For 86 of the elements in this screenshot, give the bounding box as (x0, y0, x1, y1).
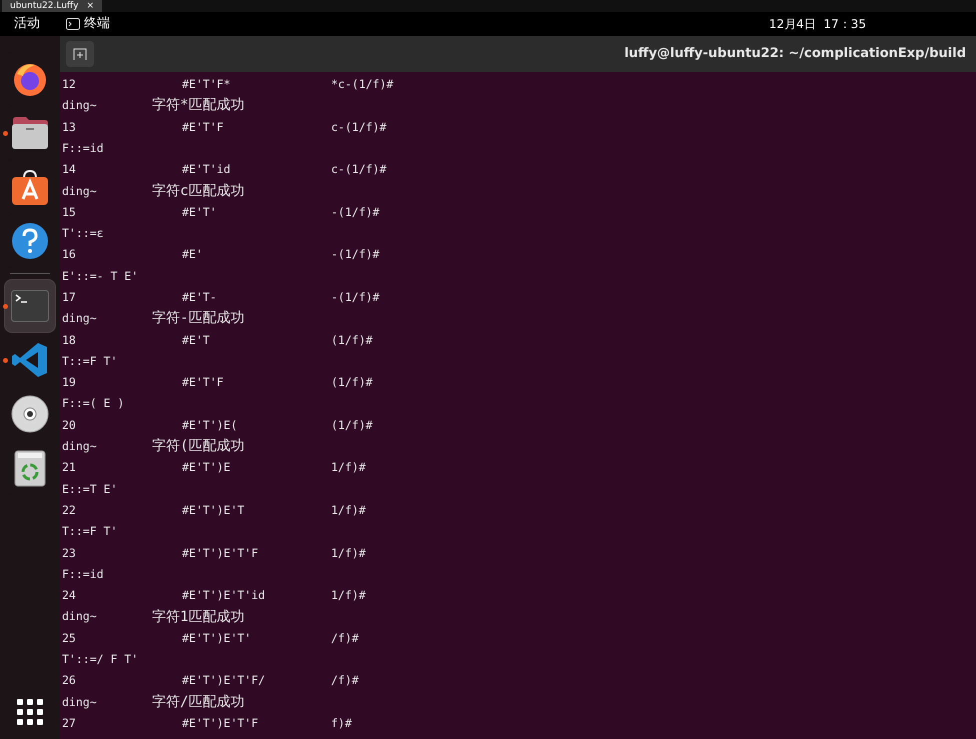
output-text: ding~ (62, 694, 98, 711)
step-number: 14 (62, 161, 77, 178)
stack-content: #E'T'id (182, 161, 232, 178)
step-number: 13 (62, 118, 77, 136)
stack-content: #E'T')E'T'F/ (182, 672, 266, 690)
input-remaining: /f)# (331, 672, 359, 690)
stack-content: #E'T'F* (182, 76, 232, 94)
production-rule: T'::=ε (62, 225, 104, 242)
close-icon[interactable]: × (86, 2, 94, 10)
stack-content: #E'T' (182, 204, 218, 221)
production-rule: F::=id (62, 140, 104, 157)
production-rule: T::=F T' (62, 352, 118, 370)
step-number: 24 (62, 587, 77, 604)
input-remaining: (1/f)# (331, 416, 373, 434)
stack-content: #E'T')E'T' (182, 630, 252, 647)
stack-content: #E'T')E'T'id (182, 587, 266, 604)
step-number: 26 (62, 672, 77, 690)
output-text: ding~ (62, 310, 98, 328)
stack-content: #E'T (182, 332, 211, 349)
stack-content: #E'T')E'T'F (182, 714, 260, 732)
match-message: 字符1匹配成功 (152, 608, 244, 627)
stack-content: #E'T- (182, 288, 218, 306)
match-message: 字符(匹配成功 (152, 437, 244, 456)
shopping-bag-icon (11, 168, 49, 206)
output-text: ding~ (62, 97, 98, 114)
help-icon (11, 222, 49, 260)
step-number: 23 (62, 544, 77, 562)
app-grid-icon[interactable] (17, 699, 43, 725)
step-number: 21 (62, 459, 77, 476)
new-tab-button[interactable] (66, 41, 94, 67)
step-number: 20 (62, 416, 77, 434)
stack-content: #E'T')E( (182, 416, 238, 434)
match-message: 字符*匹配成功 (152, 96, 244, 116)
step-number: 27 (62, 714, 77, 732)
disc-icon (11, 395, 49, 433)
step-number: 18 (62, 332, 77, 349)
input-remaining: 1/f)# (331, 502, 366, 519)
output-text: ding~ (62, 438, 98, 456)
input-remaining: 1/f)# (331, 587, 366, 604)
step-number: 15 (62, 204, 77, 221)
input-remaining: -(1/f)# (331, 204, 380, 221)
stack-content: #E'T')E'T (182, 502, 246, 519)
production-rule: F::=( E ) (62, 395, 124, 412)
stack-content: #E'T')E'T'F (182, 544, 260, 562)
production-rule: F::=id (62, 566, 104, 583)
match-message: 字符-匹配成功 (152, 309, 244, 328)
activities-button[interactable]: 活动 (14, 14, 40, 34)
step-number: 16 (62, 246, 77, 264)
match-message: 字符c匹配成功 (152, 182, 244, 201)
production-rule: T'::=/ F T' (62, 651, 138, 668)
folder-icon (11, 116, 49, 150)
trash-icon (14, 449, 46, 487)
new-tab-icon (73, 48, 87, 60)
stack-content: #E'T')E (182, 459, 232, 476)
step-number: 19 (62, 374, 77, 392)
production-rule: E::=T E' (62, 480, 118, 498)
step-number: 17 (62, 288, 77, 306)
output-text: ding~ (62, 182, 98, 200)
input-remaining: *c-(1/f)# (331, 76, 394, 94)
input-remaining: c-(1/f)# (331, 118, 386, 136)
window-title: luffy@luffy-ubuntu22: ~/complicationExp/build (624, 45, 966, 64)
input-remaining: -(1/f)# (331, 246, 380, 264)
input-remaining: /f)# (331, 630, 359, 647)
match-message: 字符/匹配成功 (152, 692, 244, 712)
production-rule: E'::=- T E' (62, 268, 138, 285)
stack-content: #E' (182, 246, 204, 264)
stack-content: #E'T'F (182, 374, 225, 392)
input-remaining: 1/f)# (331, 544, 366, 562)
input-remaining: (1/f)# (331, 374, 373, 392)
app-menu[interactable]: 终端 (84, 14, 110, 34)
step-number: 12 (62, 76, 77, 94)
input-remaining: -(1/f)# (331, 288, 380, 306)
code-editor-icon (12, 342, 48, 378)
window-tab[interactable]: ubuntu22.Luffy × (2, 0, 102, 12)
stack-content: #E'T'F (182, 118, 225, 136)
input-remaining: (1/f)# (331, 332, 373, 349)
input-remaining: c-(1/f)# (331, 161, 386, 178)
output-text: ding~ (62, 608, 98, 626)
terminal-icon (66, 18, 80, 30)
input-remaining: f)# (331, 714, 352, 732)
step-number: 22 (62, 502, 77, 519)
clock[interactable]: 12月4日 17：35 (769, 15, 866, 33)
input-remaining: 1/f)# (331, 459, 366, 476)
terminal-icon (11, 290, 49, 322)
production-rule: T::=F T' (62, 523, 118, 540)
step-number: 25 (62, 630, 77, 647)
